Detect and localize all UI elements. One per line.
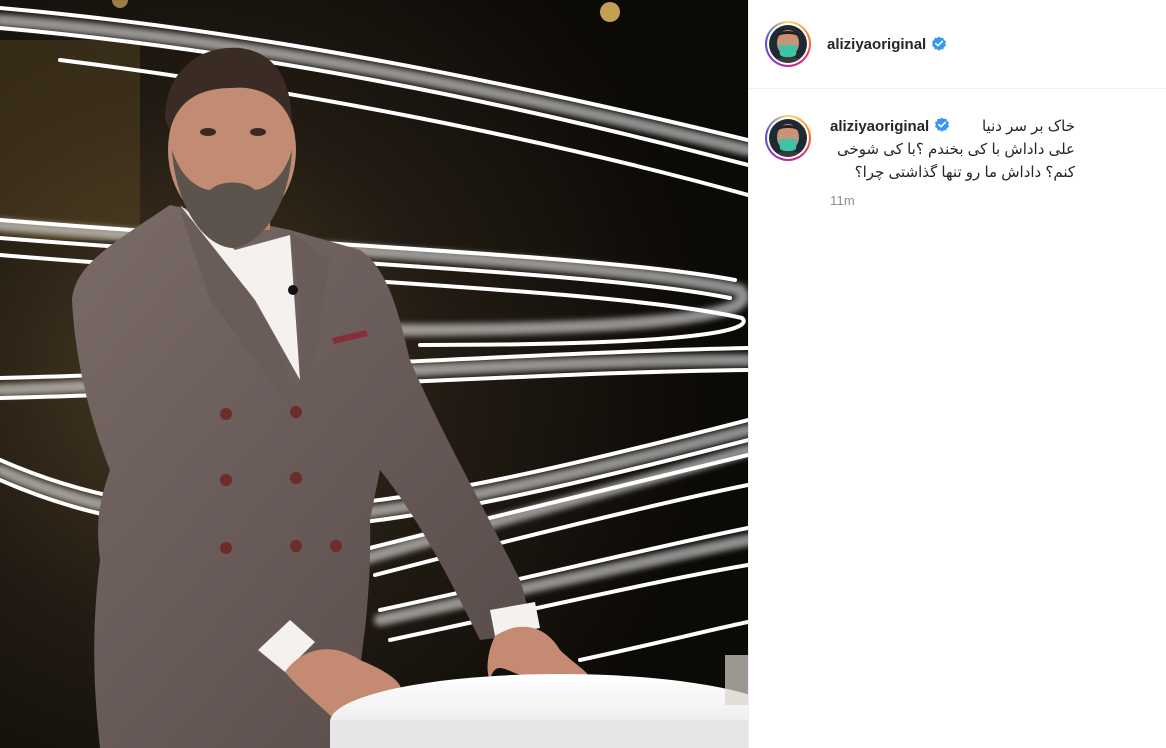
post-photo-artwork: [0, 0, 748, 748]
verified-badge-icon: [932, 36, 947, 51]
caption-line-1: خاک بر سر دنیا: [981, 118, 1075, 135]
caption-line-3: کنم؟ داداش ما رو تنها گذاشتی چرا؟: [854, 164, 1075, 181]
post-photo[interactable]: [0, 0, 748, 748]
instagram-post: aliziyaoriginal aliziyaoriginal خاک بر س…: [0, 0, 1166, 748]
avatar[interactable]: [765, 21, 811, 67]
verified-badge-icon: [935, 117, 950, 132]
comment-avatar[interactable]: [765, 115, 811, 161]
post-timestamp[interactable]: 11m: [830, 193, 1075, 208]
comment-body: aliziyaoriginal خاک بر سر دنیا علی داداش…: [830, 115, 1075, 208]
post-sidebar: aliziyaoriginal aliziyaoriginal خاک بر س…: [748, 0, 1166, 748]
comment-avatar-image: [769, 119, 807, 157]
caption-comment: aliziyaoriginal خاک بر سر دنیا علی داداش…: [749, 89, 1166, 208]
post-header: aliziyaoriginal: [749, 0, 1166, 89]
comment-username[interactable]: aliziyaoriginal: [830, 118, 929, 135]
caption-line-2: علی داداش با کی بخندم ؟با کی شوخی: [837, 141, 1075, 158]
header-username[interactable]: aliziyaoriginal: [827, 36, 926, 53]
avatar-image: [769, 25, 807, 63]
